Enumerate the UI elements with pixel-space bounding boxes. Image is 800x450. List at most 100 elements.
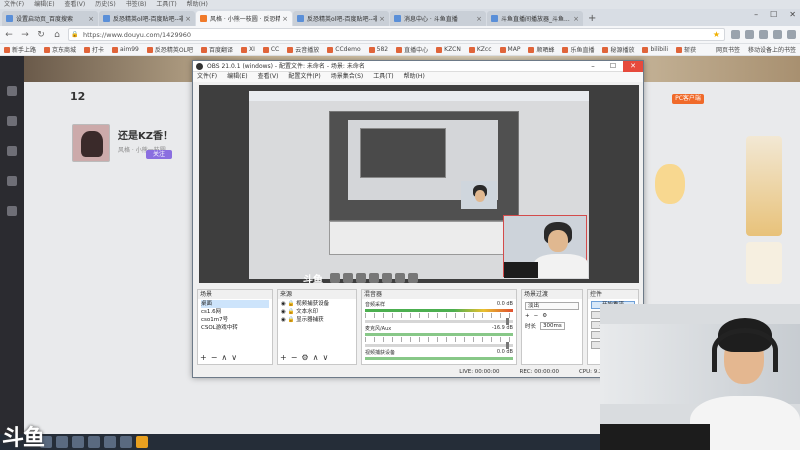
- bookmark-item[interactable]: 顺晒蜂: [528, 45, 554, 54]
- bookmark-item[interactable]: XI: [240, 46, 255, 53]
- bookmark-item[interactable]: KZcc: [468, 46, 492, 53]
- volume-slider[interactable]: [365, 342, 513, 349]
- bookmark-item[interactable]: 反恐精英OL吧: [146, 45, 193, 54]
- tab-1[interactable]: 反恐精英ol吧-百度贴吧--非... ×: [99, 11, 195, 26]
- move-down-icon[interactable]: ∨: [322, 353, 328, 362]
- obs-menu-tools[interactable]: 工具(T): [373, 72, 393, 82]
- gear-icon[interactable]: ⚙: [542, 313, 547, 319]
- bookmark-item[interactable]: CCdemo: [327, 46, 361, 53]
- bookmark-item[interactable]: 新手上路: [4, 45, 36, 54]
- bookmark-folder[interactable]: 移动设备上的书签: [748, 45, 796, 54]
- bookmark-item[interactable]: aim99: [112, 46, 139, 53]
- promo-banner-secondary[interactable]: [746, 242, 782, 284]
- scene-item[interactable]: cs1.6网: [201, 308, 269, 316]
- menu-icon[interactable]: [787, 30, 796, 39]
- close-icon[interactable]: ×: [476, 15, 482, 23]
- source-item[interactable]: ◉ 🔒 视频捕获设备: [281, 300, 353, 308]
- duration-input[interactable]: 300ms: [540, 322, 565, 330]
- minimize-icon[interactable]: –: [754, 10, 758, 19]
- transition-select[interactable]: 淡出: [525, 302, 579, 310]
- maximize-icon[interactable]: ☐: [770, 10, 777, 19]
- obs-maximize-icon[interactable]: ☐: [603, 61, 623, 72]
- close-icon[interactable]: ×: [88, 15, 94, 23]
- extension-icon[interactable]: [731, 30, 740, 39]
- source-item[interactable]: ◉ 🔒 显示器捕获: [281, 316, 353, 324]
- back-icon[interactable]: ←: [4, 30, 14, 40]
- menu-item-help[interactable]: 帮助(H): [187, 1, 208, 8]
- move-up-icon[interactable]: ∧: [313, 353, 319, 362]
- close-icon[interactable]: ×: [282, 15, 288, 23]
- avatar[interactable]: [72, 124, 110, 162]
- source-item[interactable]: ◉ 🔒 文本水印: [281, 308, 353, 316]
- address-bar[interactable]: https://www.douyu.com/1429960 ★: [68, 28, 725, 41]
- visibility-eye-icon[interactable]: ◉: [281, 317, 286, 323]
- bookmark-item[interactable]: bilibili: [642, 46, 668, 53]
- explorer-taskbar-icon[interactable]: [72, 436, 84, 448]
- menu-item-view[interactable]: 查看(V): [64, 1, 85, 8]
- lock-icon[interactable]: 🔒: [288, 317, 295, 323]
- bookmark-folder[interactable]: 网页书签: [716, 45, 740, 54]
- move-up-icon[interactable]: ∧: [221, 353, 227, 362]
- menu-item-bookmarks[interactable]: 书签(B): [126, 1, 147, 8]
- home-icon[interactable]: ⌂: [52, 30, 62, 40]
- scene-item[interactable]: 桌面: [201, 300, 269, 308]
- close-icon[interactable]: ×: [573, 15, 579, 23]
- obs-menu-view[interactable]: 查看(V): [258, 72, 279, 82]
- obs-menu-file[interactable]: 文件(F): [197, 72, 217, 82]
- reload-icon[interactable]: ↻: [36, 30, 46, 40]
- obs-taskbar-icon[interactable]: [120, 436, 132, 448]
- browser-taskbar-icon[interactable]: [56, 436, 68, 448]
- rail-live-icon[interactable]: [7, 116, 17, 126]
- menu-item-history[interactable]: 历史(S): [95, 1, 116, 8]
- rail-category-icon[interactable]: [7, 146, 17, 156]
- rail-game-icon[interactable]: [7, 176, 17, 186]
- new-tab-button[interactable]: +: [588, 11, 596, 26]
- tab-2[interactable]: 风格 · 小熊一枝圆 · 反恐精英...×: [196, 11, 292, 26]
- download-icon[interactable]: [745, 30, 754, 39]
- tab-0[interactable]: 设置启动页_百度搜索 ×: [2, 11, 98, 26]
- obs-menu-help[interactable]: 帮助(H): [404, 72, 425, 82]
- steam-taskbar-icon[interactable]: [88, 436, 100, 448]
- bookmark-item[interactable]: CC: [262, 46, 279, 53]
- tab-3[interactable]: 反恐精英ol吧-百度贴吧--非... ×: [293, 11, 389, 26]
- bookmark-item[interactable]: 百度翻译: [200, 45, 233, 54]
- volume-slider[interactable]: [365, 318, 513, 325]
- bookmark-item[interactable]: 斩获: [676, 45, 696, 54]
- obs-menu-profile[interactable]: 配置文件(P): [288, 72, 320, 82]
- forward-icon[interactable]: →: [20, 30, 30, 40]
- close-window-icon[interactable]: ✕: [789, 10, 796, 19]
- add-icon[interactable]: +: [525, 313, 530, 319]
- bookmark-item[interactable]: 打卡: [84, 45, 104, 54]
- move-down-icon[interactable]: ∨: [231, 353, 237, 362]
- bookmark-item[interactable]: 秘源播放: [602, 45, 634, 54]
- tab-5[interactable]: 斗鱼直播间播放器_斗鱼... ×: [487, 11, 583, 26]
- scene-item[interactable]: cso1m7号: [201, 316, 269, 324]
- bookmark-item[interactable]: 乐鱼直播: [562, 45, 594, 54]
- bookmark-item[interactable]: 云音播放: [287, 45, 319, 54]
- bookmark-item[interactable]: 直播中心: [396, 45, 428, 54]
- bookmark-item[interactable]: KZCN: [436, 46, 461, 53]
- bookmark-item[interactable]: 京东商城: [44, 45, 76, 54]
- rail-home-icon[interactable]: [7, 86, 17, 96]
- bookmark-star-icon[interactable]: ★: [713, 29, 720, 41]
- game-taskbar-icon[interactable]: [104, 436, 116, 448]
- bookmark-item[interactable]: 582: [368, 46, 388, 53]
- follow-button[interactable]: 关注: [146, 150, 172, 159]
- menu-item-edit[interactable]: 编辑(E): [34, 1, 54, 8]
- account-icon[interactable]: [773, 30, 782, 39]
- obs-close-icon[interactable]: ✕: [623, 61, 643, 72]
- remove-icon[interactable]: −: [291, 353, 298, 362]
- obs-minimize-icon[interactable]: –: [583, 61, 603, 72]
- add-icon[interactable]: +: [280, 353, 287, 362]
- scene-item[interactable]: CSOL游戏中转: [201, 324, 269, 332]
- close-icon[interactable]: ×: [379, 15, 385, 23]
- rail-follow-icon[interactable]: [7, 206, 17, 216]
- remove-icon[interactable]: −: [534, 313, 539, 319]
- menu-item-tools[interactable]: 工具(T): [156, 1, 176, 8]
- pc-client-button[interactable]: PC客户端: [672, 94, 704, 104]
- visibility-eye-icon[interactable]: ◉: [281, 309, 286, 315]
- menu-item-file[interactable]: 文件(F): [4, 1, 24, 8]
- obs-menu-edit[interactable]: 编辑(E): [227, 72, 247, 82]
- close-icon[interactable]: ×: [185, 15, 191, 23]
- visibility-eye-icon[interactable]: ◉: [281, 301, 286, 307]
